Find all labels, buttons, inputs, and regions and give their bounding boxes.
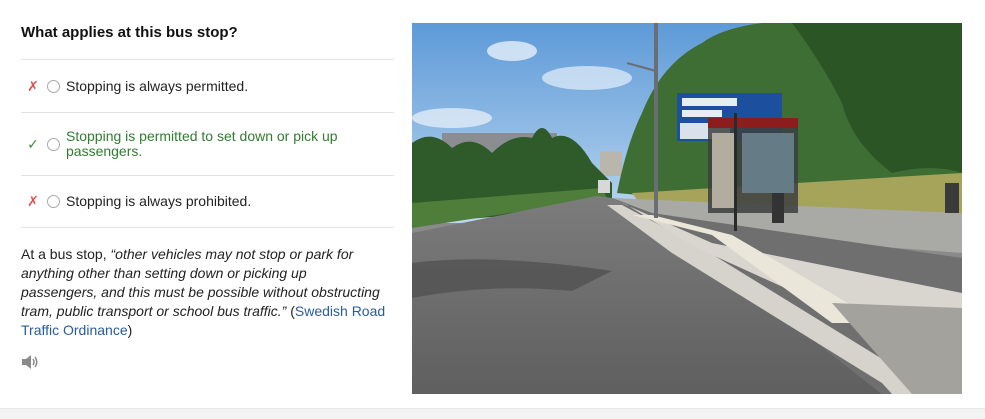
- answer-label: Stopping is always prohibited.: [66, 193, 252, 209]
- wrong-mark-icon: ✗: [27, 77, 39, 94]
- answer-label: Stopping is always permitted.: [66, 77, 249, 94]
- question-title: What applies at this bus stop?: [21, 24, 238, 41]
- answer-option-1[interactable]: ✗ Stopping is always permitted.: [21, 59, 394, 112]
- bus-stop-photo: [412, 23, 962, 394]
- answer-option-2[interactable]: ✓ Stopping is permitted to set down or p…: [21, 112, 394, 175]
- radio-button[interactable]: [47, 137, 60, 151]
- bottom-bar: [0, 408, 985, 419]
- wrong-mark-icon: ✗: [27, 193, 39, 209]
- speaker-icon[interactable]: [21, 354, 39, 370]
- answer-list: ✗ Stopping is always permitted. ✓ Stoppi…: [21, 59, 394, 228]
- photo-illustration: [412, 23, 962, 394]
- open-paren: (: [286, 303, 295, 319]
- radio-button[interactable]: [47, 79, 60, 93]
- correct-mark-icon: ✓: [27, 135, 39, 152]
- answer-option-3[interactable]: ✗ Stopping is always prohibited.: [21, 175, 394, 228]
- radio-button[interactable]: [47, 195, 60, 208]
- explanation-prefix: At a bus stop,: [21, 246, 111, 262]
- close-paren: ): [127, 322, 133, 338]
- answer-label: Stopping is permitted to set down or pic…: [66, 128, 338, 159]
- explanation-text: At a bus stop, “other vehicles may not s…: [21, 245, 386, 340]
